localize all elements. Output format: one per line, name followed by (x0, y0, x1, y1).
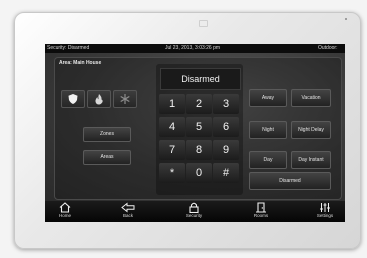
area-title: Area: Main House (59, 60, 102, 66)
lock-icon (189, 202, 199, 213)
sensor-dot (345, 18, 347, 20)
sliders-icon (320, 203, 330, 212)
security-main: Area: Main House Zones Areas Disarmed 1 … (45, 53, 345, 201)
keypad: Disarmed 1 2 3 4 5 6 7 8 9 * 0 # (156, 64, 243, 195)
key-4[interactable]: 4 (159, 117, 185, 137)
door-icon (256, 202, 266, 213)
datetime: Jul 23, 2013, 3:03:26 pm (165, 45, 221, 51)
key-1[interactable]: 1 (159, 94, 185, 114)
key-8[interactable]: 8 (186, 140, 212, 160)
nav-home-label: Home (58, 213, 71, 218)
fire-icon (95, 94, 103, 105)
keypad-display: Disarmed (160, 68, 241, 90)
snowflake-icon (120, 94, 130, 104)
key-6[interactable]: 6 (213, 117, 239, 137)
away-button[interactable]: Away (249, 89, 287, 107)
nav-rooms[interactable]: Rooms (241, 202, 281, 222)
nav-home[interactable]: Home (45, 202, 85, 222)
area-panel: Area: Main House Zones Areas Disarmed 1 … (54, 57, 342, 200)
key-2[interactable]: 2 (186, 94, 212, 114)
night-button[interactable]: Night (249, 121, 287, 139)
home-icon (59, 202, 71, 213)
day-instant-button[interactable]: Day Instant (291, 151, 331, 169)
key-star[interactable]: * (159, 163, 185, 183)
key-0[interactable]: 0 (186, 163, 212, 183)
nav-rooms-label: Rooms (253, 213, 269, 218)
status-bar: Security: Disarmed Jul 23, 2013, 3:03:26… (45, 44, 345, 53)
bottom-nav: Home Back Security Rooms Settings (45, 201, 345, 222)
medical-button[interactable] (113, 90, 137, 108)
nav-back[interactable]: Back (108, 202, 148, 222)
vacation-button[interactable]: Vacation (291, 89, 331, 107)
touch-screen: Security: Disarmed Jul 23, 2013, 3:03:26… (45, 44, 345, 222)
key-3[interactable]: 3 (213, 94, 239, 114)
key-hash[interactable]: # (213, 163, 239, 183)
police-button[interactable] (61, 90, 85, 108)
camera-icon (199, 20, 208, 27)
disarmed-button[interactable]: Disarmed (249, 172, 331, 190)
outdoor-temp: Outdoor: (318, 45, 338, 51)
nav-settings-label: Settings (316, 213, 334, 218)
key-5[interactable]: 5 (186, 117, 212, 137)
shield-icon (68, 94, 78, 104)
day-button[interactable]: Day (249, 151, 287, 169)
zones-button[interactable]: Zones (83, 127, 131, 142)
night-delay-button[interactable]: Night Delay (291, 121, 331, 139)
nav-security[interactable]: Security (174, 202, 214, 222)
fire-button[interactable] (87, 90, 111, 108)
security-status: Security: Disarmed (47, 45, 90, 51)
key-7[interactable]: 7 (159, 140, 185, 160)
nav-back-label: Back (122, 213, 133, 218)
back-arrow-icon (121, 202, 135, 213)
nav-settings[interactable]: Settings (305, 202, 345, 222)
areas-button[interactable]: Areas (83, 150, 131, 165)
key-9[interactable]: 9 (213, 140, 239, 160)
nav-security-label: Security (185, 213, 203, 218)
